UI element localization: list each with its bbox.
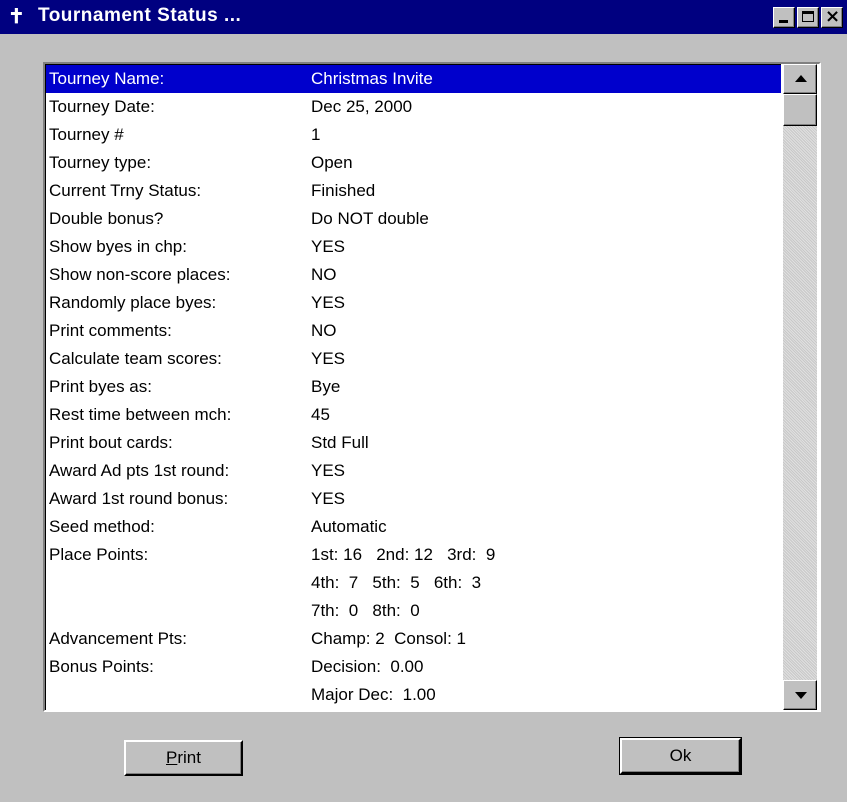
list-item[interactable]: Advancement Pts: Champ: 2 Consol: 1 (46, 625, 781, 653)
list-item[interactable]: Tourney type: Open (46, 149, 781, 177)
scroll-thumb[interactable] (783, 94, 817, 126)
list-item[interactable]: 4th: 7 5th: 5 6th: 3 (46, 569, 781, 597)
arrow-down-icon (795, 692, 807, 699)
list-item-label: Advancement Pts: (49, 629, 187, 648)
list-item-value: 7th: 0 8th: 0 (311, 601, 420, 620)
ok-button[interactable]: Ok (619, 737, 742, 775)
list-item-label: Tourney Name: (49, 69, 165, 88)
list-item-label: Calculate team scores: (49, 349, 222, 368)
list-item[interactable]: Calculate team scores: YES (46, 345, 781, 373)
status-list: Tourney Name: Christmas Invite Tourney Dat… (45, 64, 781, 710)
list-item[interactable]: Rest time between mch: 45 (46, 401, 781, 429)
print-mnemonic: P (166, 748, 178, 767)
list-item-label: Award 1st round bonus: (49, 489, 229, 508)
list-item-value: YES (311, 349, 346, 368)
list-item-value: Christmas Invite (311, 69, 433, 88)
list-item-label: Double bonus? (49, 209, 164, 228)
list-item-label: Print bout cards: (49, 433, 173, 452)
list-item-value: Dec 25, 2000 (311, 97, 413, 116)
list-item[interactable]: Place Points: 1st: 16 2nd: 12 3rd: 9 (46, 541, 781, 569)
list-item-value: YES (311, 489, 346, 508)
list-item-label: Print comments: (49, 321, 172, 340)
minimize-button[interactable] (773, 7, 795, 28)
list-item-label: Current Trny Status: (49, 181, 202, 200)
list-item[interactable]: Current Trny Status: Finished (46, 177, 781, 205)
list-item-value: 4th: 7 5th: 5 6th: 3 (311, 573, 482, 592)
maximize-icon (802, 11, 814, 22)
tournament-status-window: ✝ Tournament Status ... × Tourney Name: C… (0, 0, 847, 802)
list-item-value: Std Full (311, 433, 369, 452)
list-item-label: Tourney type: (49, 153, 152, 172)
list-item-value: Champ: 2 Consol: 1 (311, 629, 466, 648)
list-item-value: NO (311, 321, 337, 340)
minimize-icon (779, 20, 788, 23)
title-bar[interactable]: ✝ Tournament Status ... × (0, 0, 847, 34)
list-item-value: YES (311, 461, 346, 480)
list-item[interactable]: Print comments: NO (46, 317, 781, 345)
list-item-value: YES (311, 293, 346, 312)
list-item[interactable]: Show non-score places: NO (46, 261, 781, 289)
scroll-up-button[interactable] (783, 64, 817, 94)
close-icon: × (825, 6, 841, 27)
list-item[interactable]: Randomly place byes: YES (46, 289, 781, 317)
list-item-label: Award Ad pts 1st round: (49, 461, 230, 480)
maximize-button[interactable] (797, 7, 819, 28)
list-item-label: Show non-score places: (49, 265, 231, 284)
list-item-label: Place Points: (49, 545, 149, 564)
list-item[interactable]: Show byes in chp: YES (46, 233, 781, 261)
window-title: Tournament Status ... (38, 5, 242, 26)
status-listbox[interactable]: Tourney Name: Christmas Invite Tourney Dat… (43, 62, 821, 712)
list-item-label: Seed method: (49, 517, 155, 536)
close-button[interactable]: × (821, 7, 843, 28)
print-button[interactable]: Print (124, 740, 243, 776)
list-item-label: Tourney # (49, 125, 124, 144)
list-item-label: Bonus Points: (49, 657, 154, 676)
list-item[interactable]: Award 1st round bonus: YES (46, 485, 781, 513)
app-icon: ✝ (8, 6, 25, 28)
list-item[interactable]: Print bout cards: Std Full (46, 429, 781, 457)
list-item[interactable]: Tourney Date: Dec 25, 2000 (46, 93, 781, 121)
list-item[interactable]: Print byes as: Bye (46, 373, 781, 401)
list-item-value: 45 (311, 405, 330, 424)
arrow-up-icon (795, 75, 807, 82)
list-item-value: Bye (311, 377, 341, 396)
list-item-value: NO (311, 265, 337, 284)
list-item-label: Rest time between mch: (49, 405, 232, 424)
list-item[interactable]: Award Ad pts 1st round: YES (46, 457, 781, 485)
list-item-value: 1st: 16 2nd: 12 3rd: 9 (311, 545, 496, 564)
list-item-value: Major Dec: 1.00 (311, 685, 436, 704)
list-item-label: Show byes in chp: (49, 237, 187, 256)
vertical-scrollbar[interactable] (783, 64, 817, 710)
list-item-label: Print byes as: (49, 377, 152, 396)
list-item-value: YES (311, 237, 346, 256)
list-item[interactable]: Bonus Points: Decision: 0.00 (46, 653, 781, 681)
list-item-value: Automatic (311, 517, 387, 536)
list-item-value: Do NOT double (311, 209, 429, 228)
print-label: rint (177, 748, 201, 767)
list-item[interactable]: Tourney Name: Christmas Invite (46, 65, 781, 93)
scroll-down-button[interactable] (783, 680, 817, 710)
list-item-value: Open (311, 153, 353, 172)
list-item[interactable]: Tourney # 1 (46, 121, 781, 149)
list-item-value: Decision: 0.00 (311, 657, 424, 676)
list-item[interactable]: 7th: 0 8th: 0 (46, 597, 781, 625)
list-item[interactable]: Seed method: Automatic (46, 513, 781, 541)
list-item[interactable]: Double bonus? Do NOT double (46, 205, 781, 233)
list-item-label: Randomly place byes: (49, 293, 217, 312)
list-item-value: Finished (311, 181, 376, 200)
list-item-value: 1 (311, 125, 321, 144)
list-item-label: Tourney Date: (49, 97, 155, 116)
list-item[interactable]: Major Dec: 1.00 (46, 681, 781, 709)
